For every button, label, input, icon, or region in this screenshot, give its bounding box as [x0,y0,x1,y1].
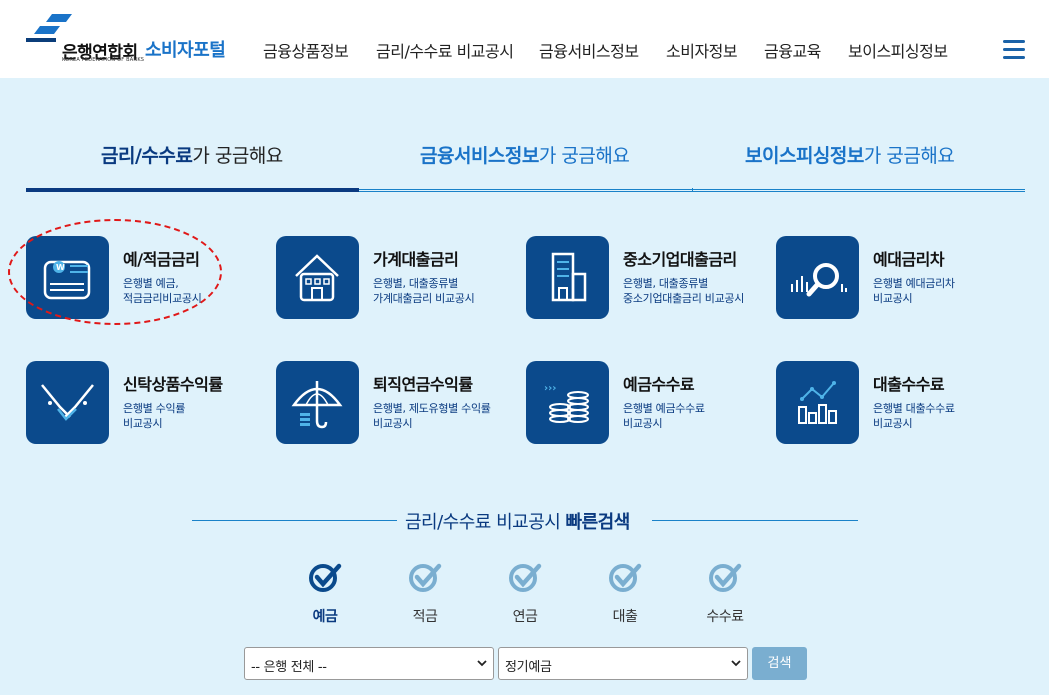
card-desc: 은행별 대출수수료 비교공시 [873,402,955,430]
check-circle-icon [609,563,642,592]
tab-services-rest: 가 궁금해요 [538,145,630,167]
check-circle-icon [409,563,442,592]
tab-services[interactable]: 금융서비스정보가 궁금해요 [420,141,630,168]
card-desc: 은행별, 대출종류별 가계대출금리 비교공시 [373,277,475,305]
quick-search-title: 금리/수수료 비교공시 빠른검색 [405,508,630,534]
card-desc: 은행별 수익률 비교공시 [123,402,186,430]
card-desc: 은행별, 대출종류별 중소기업대출금리 비교공시 [623,277,745,305]
magnifier-chart-icon [776,236,859,319]
umbrella-icon [276,361,359,444]
quick-search-title-strong: 빠른검색 [565,512,631,533]
check-circle-icon [509,563,542,592]
check-circle-icon [709,563,742,592]
card-desc: 은행별 예금수수료 비교공시 [623,402,705,430]
tab-rates-rest: 가 궁금해요 [192,145,283,167]
card-desc: 은행별 예대금리차 비교공시 [873,277,955,305]
quick-search-pension[interactable]: 연금 [495,562,555,628]
quick-search-savings[interactable]: 적금 [395,562,455,628]
main-nav: 금융상품정보 금리/수수료 비교공시 금융서비스정보 소비자정보 금융교육 보이… [0,38,1049,62]
quick-search-deposit[interactable]: 예금 [295,562,355,628]
tab-voice-phishing-rest: 가 궁금해요 [863,145,955,167]
nav-item-rate-compare[interactable]: 금리/수수료 비교공시 [376,38,514,62]
chevron-down-icon [477,660,487,667]
chevron-down-icon [731,660,741,667]
check-circle-icon [309,563,342,592]
card-pension-yield[interactable]: 퇴직연금수익률 은행별, 제도유형별 수익률 비교공시 [276,361,516,451]
quick-search-label: 수수료 [706,609,744,625]
card-title: 중소기업대출금리 [623,250,737,269]
quick-search-title-plain: 금리/수수료 비교공시 [405,512,566,533]
product-select-value: 정기예금 [505,660,552,675]
quick-search-label: 적금 [412,609,438,625]
house-icon [276,236,359,319]
card-loan-fee[interactable]: 대출수수료 은행별 대출수수료 비교공시 [776,361,1016,451]
nav-item-education[interactable]: 금융교육 [764,38,821,62]
nav-item-products[interactable]: 금융상품정보 [263,38,349,62]
tab-services-strong: 금융서비스정보 [420,145,539,167]
nav-item-consumer[interactable]: 소비자정보 [666,38,738,62]
quick-search-loan[interactable]: 대출 [595,562,655,628]
card-spread[interactable]: 예대금리차 은행별 예대금리차 비교공시 [776,236,1016,326]
quick-search-label: 예금 [312,609,338,625]
svg-text:›››: ››› [544,383,556,394]
quick-search-fee[interactable]: 수수료 [695,562,755,628]
highlight-annotation [8,219,222,325]
card-household-loan-rate[interactable]: 가계대출금리 은행별, 대출종류별 가계대출금리 비교공시 [276,236,516,326]
quick-search-label: 대출 [612,609,638,625]
tab-rates-strong: 금리/수수료 [101,145,193,167]
tab-voice-phishing[interactable]: 보이스피싱정보가 궁금해요 [745,141,955,168]
site-header: 은행연합회 소비자포털 KOREA FEDERATION OF BANKS 금융… [0,0,1049,78]
card-title: 가계대출금리 [373,250,459,269]
search-button[interactable]: 검색 [752,647,807,680]
card-trust-yield[interactable]: 신탁상품수익률 은행별 수익률 비교공시 [26,361,266,451]
divider-line [652,520,858,521]
card-title: 예대금리차 [873,250,945,269]
card-title: 예금수수료 [623,375,695,394]
nav-item-services[interactable]: 금융서비스정보 [539,38,639,62]
quick-search-label: 연금 [512,609,538,625]
bank-select[interactable]: -- 은행 전체 -- [244,647,494,680]
handshake-icon [26,361,109,444]
tab-divider [692,188,693,192]
card-desc: 은행별, 제도유형별 수익률 비교공시 [373,402,491,430]
tab-rates[interactable]: 금리/수수료가 궁금해요 [101,141,283,168]
product-select[interactable]: 정기예금 [498,647,748,680]
nav-item-voice-phishing[interactable]: 보이스피싱정보 [848,38,948,62]
bank-select-value: -- 은행 전체 -- [251,660,327,675]
coins-icon: ››› [526,361,609,444]
tab-voice-phishing-strong: 보이스피싱정보 [745,145,864,167]
card-title: 퇴직연금수익률 [373,375,473,394]
card-deposit-fee[interactable]: ››› 예금수수료 은행별 예금수수료 비교공시 [526,361,766,451]
card-sme-loan-rate[interactable]: 중소기업대출금리 은행별, 대출종류별 중소기업대출금리 비교공시 [526,236,766,326]
hamburger-icon[interactable] [1003,40,1025,60]
bar-chart-icon [776,361,859,444]
building-icon [526,236,609,319]
card-title: 신탁상품수익률 [123,375,223,394]
tab-active-indicator [26,188,359,192]
card-title: 대출수수료 [873,375,945,394]
divider-line [192,520,397,521]
